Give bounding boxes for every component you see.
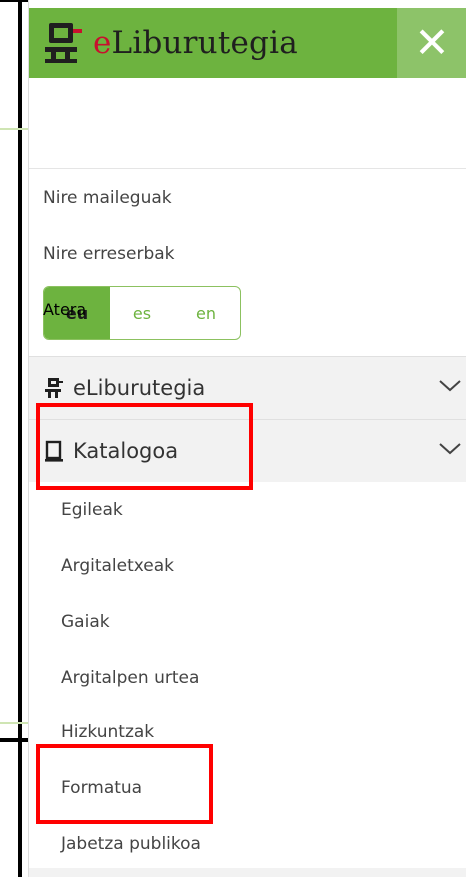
frame-left-edge [18, 0, 22, 877]
robot-icon [43, 377, 65, 399]
catalog-item-egileak[interactable]: Egileak [61, 500, 123, 520]
chevron-down-icon[interactable] [439, 377, 461, 396]
drawer-header: eLiburutegia ✕ [29, 8, 466, 78]
catalog-item-hizkuntzak[interactable]: Hizkuntzak [61, 722, 154, 742]
my-reservations-link[interactable]: Nire erreserbak [43, 244, 175, 264]
close-icon: ✕ [414, 18, 450, 67]
logout-link[interactable]: Atera [43, 300, 86, 319]
underlay-divider [0, 128, 28, 130]
catalog-item-jabetza-publikoa[interactable]: Jabetza publikoa [61, 834, 201, 854]
brand-logo[interactable]: eLiburutegia [43, 18, 298, 68]
language-option-es[interactable]: es [110, 287, 174, 339]
catalog-item-gaiak[interactable]: Gaiak [61, 612, 110, 632]
underlay-divider [0, 722, 28, 724]
chevron-down-icon[interactable] [439, 440, 461, 459]
section-label: eLiburutegia [73, 376, 206, 400]
brand-name: eLiburutegia [93, 25, 298, 61]
eliburutegia-logo-icon [43, 21, 85, 65]
close-button[interactable]: ✕ [397, 8, 466, 78]
catalog-item-argitalpen-urtea[interactable]: Argitalpen urtea [61, 668, 199, 688]
my-loans-link[interactable]: Nire maileguak [43, 188, 172, 208]
highlight-box-katalogoa [36, 403, 253, 490]
highlight-box-formatua [36, 744, 213, 824]
drawer-footer-band [29, 868, 466, 877]
catalog-item-argitaletxeak[interactable]: Argitaletxeak [61, 556, 174, 576]
drawer-top-spacer [29, 78, 466, 169]
language-option-en[interactable]: en [174, 287, 238, 339]
